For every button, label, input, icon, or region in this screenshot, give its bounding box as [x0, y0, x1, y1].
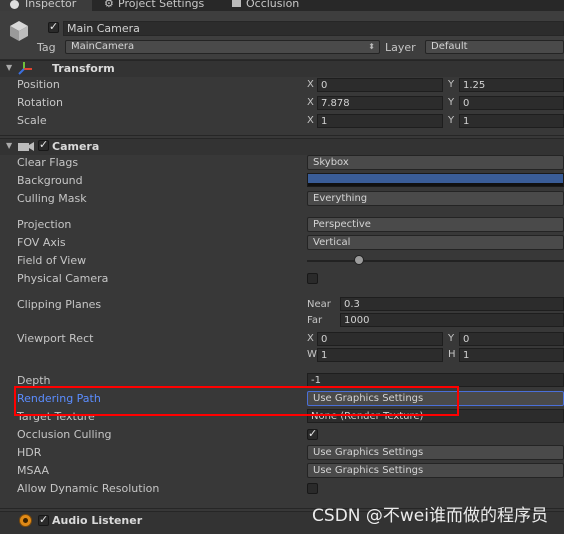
depth-field[interactable]: -1 — [307, 373, 564, 387]
layer-value: Default — [431, 41, 468, 52]
tab-label: Project Settings — [118, 0, 205, 10]
occlusion-culling-label: Occlusion Culling — [17, 428, 112, 441]
viewport-x-field[interactable]: 0 — [317, 332, 443, 346]
audio-listener-checkbox[interactable] — [38, 513, 49, 526]
msaa-value: Use Graphics Settings — [313, 465, 424, 476]
alpha-bar — [308, 183, 563, 186]
fov-axis-dropdown[interactable]: Vertical — [307, 235, 564, 250]
rotation-x-field[interactable]: 7.878 — [317, 96, 443, 110]
axis-w: W — [307, 349, 317, 360]
gameobject-active-checkbox[interactable] — [48, 20, 59, 33]
viewport-y-field[interactable]: 0 — [459, 332, 564, 346]
culling-mask-dropdown[interactable]: Everything — [307, 191, 564, 206]
field-of-view-label: Field of View — [17, 254, 87, 267]
dynamic-resolution-label: Allow Dynamic Resolution — [17, 482, 160, 495]
hdr-dropdown[interactable]: Use Graphics Settings — [307, 445, 564, 460]
position-y-field[interactable]: 1.25 — [459, 78, 564, 92]
info-icon — [10, 0, 19, 9]
axis-x: X — [307, 97, 314, 108]
fov-slider-track[interactable] — [307, 260, 564, 262]
clear-flags-dropdown[interactable]: Skybox — [307, 155, 564, 170]
axis-x: X — [307, 79, 314, 90]
rotation-label: Rotation — [17, 96, 64, 109]
far-label: Far — [307, 315, 323, 326]
clear-flags-value: Skybox — [313, 157, 349, 168]
tag-label: Tag — [37, 41, 56, 54]
tab-bar: Inspector ⚙ Project Settings Occlusion — [0, 0, 564, 11]
tab-inspector[interactable]: Inspector — [0, 0, 92, 11]
axis-y: Y — [448, 79, 455, 90]
axis-y: Y — [448, 115, 455, 126]
near-field[interactable]: 0.3 — [340, 297, 564, 311]
watermark-text: CSDN @不wei谁而做的程序员 — [312, 506, 548, 526]
fov-axis-value: Vertical — [313, 237, 351, 248]
projection-dropdown[interactable]: Perspective — [307, 217, 564, 232]
hdr-label: HDR — [17, 446, 42, 459]
tab-occlusion[interactable]: Occlusion — [228, 0, 318, 11]
fov-slider-thumb[interactable] — [354, 255, 364, 265]
projection-label: Projection — [17, 218, 72, 231]
occlusion-culling-checkbox[interactable] — [307, 427, 318, 440]
dynamic-resolution-checkbox[interactable] — [307, 483, 318, 494]
axis-x: X — [307, 333, 314, 344]
viewport-rect-label: Viewport Rect — [17, 332, 94, 345]
tab-project-settings[interactable]: ⚙ Project Settings — [100, 0, 220, 11]
audio-listener-icon — [19, 514, 32, 527]
msaa-label: MSAA — [17, 464, 50, 477]
viewport-w-field[interactable]: 1 — [317, 348, 443, 362]
physical-camera-label: Physical Camera — [17, 272, 109, 285]
gameobject-cube-icon — [10, 21, 28, 41]
hdr-value: Use Graphics Settings — [313, 447, 424, 458]
tab-label: Occlusion — [246, 0, 300, 10]
collapse-arrow-icon[interactable]: ▼ — [6, 141, 12, 150]
clipping-planes-label: Clipping Planes — [17, 298, 102, 311]
physical-camera-checkbox[interactable] — [307, 273, 318, 284]
near-label: Near — [307, 299, 331, 310]
tab-label: Inspector — [25, 0, 77, 10]
culling-mask-value: Everything — [313, 193, 368, 204]
fov-axis-label: FOV Axis — [17, 236, 66, 249]
position-label: Position — [17, 78, 60, 91]
layer-label: Layer — [385, 41, 416, 54]
transform-axis-icon — [18, 62, 32, 75]
highlight-box — [14, 386, 459, 416]
camera-enabled-checkbox[interactable] — [38, 138, 49, 151]
updown-arrow-icon: ⬍ — [368, 42, 375, 51]
background-label: Background — [17, 174, 83, 187]
occlusion-icon — [232, 0, 241, 7]
msaa-dropdown[interactable]: Use Graphics Settings — [307, 463, 564, 478]
position-x-field[interactable]: 0 — [317, 78, 443, 92]
far-field[interactable]: 1000 — [340, 313, 564, 327]
collapse-arrow-icon[interactable]: ▼ — [6, 63, 12, 72]
axis-y: Y — [448, 333, 455, 344]
layer-dropdown[interactable]: Default — [425, 40, 564, 54]
culling-mask-label: Culling Mask — [17, 192, 87, 205]
transform-title: Transform — [52, 62, 115, 75]
section-divider — [0, 135, 564, 136]
scale-y-field[interactable]: 1 — [459, 114, 564, 128]
audio-listener-title: Audio Listener — [52, 514, 143, 527]
gear-icon: ⚙ — [104, 0, 114, 10]
background-color-swatch[interactable] — [307, 173, 564, 187]
clear-flags-label: Clear Flags — [17, 156, 79, 169]
projection-value: Perspective — [313, 219, 371, 230]
camera-title: Camera — [52, 140, 100, 153]
viewport-h-field[interactable]: 1 — [459, 348, 564, 362]
object-name-field[interactable]: Main Camera — [63, 21, 564, 36]
axis-y: Y — [448, 97, 455, 108]
tag-value: MainCamera — [71, 41, 135, 52]
camera-icon — [18, 142, 34, 151]
scale-x-field[interactable]: 1 — [317, 114, 443, 128]
rotation-y-field[interactable]: 0 — [459, 96, 564, 110]
scale-label: Scale — [17, 114, 47, 127]
tag-dropdown[interactable]: MainCamera ⬍ — [65, 40, 380, 54]
axis-h: H — [448, 349, 456, 360]
axis-x: X — [307, 115, 314, 126]
